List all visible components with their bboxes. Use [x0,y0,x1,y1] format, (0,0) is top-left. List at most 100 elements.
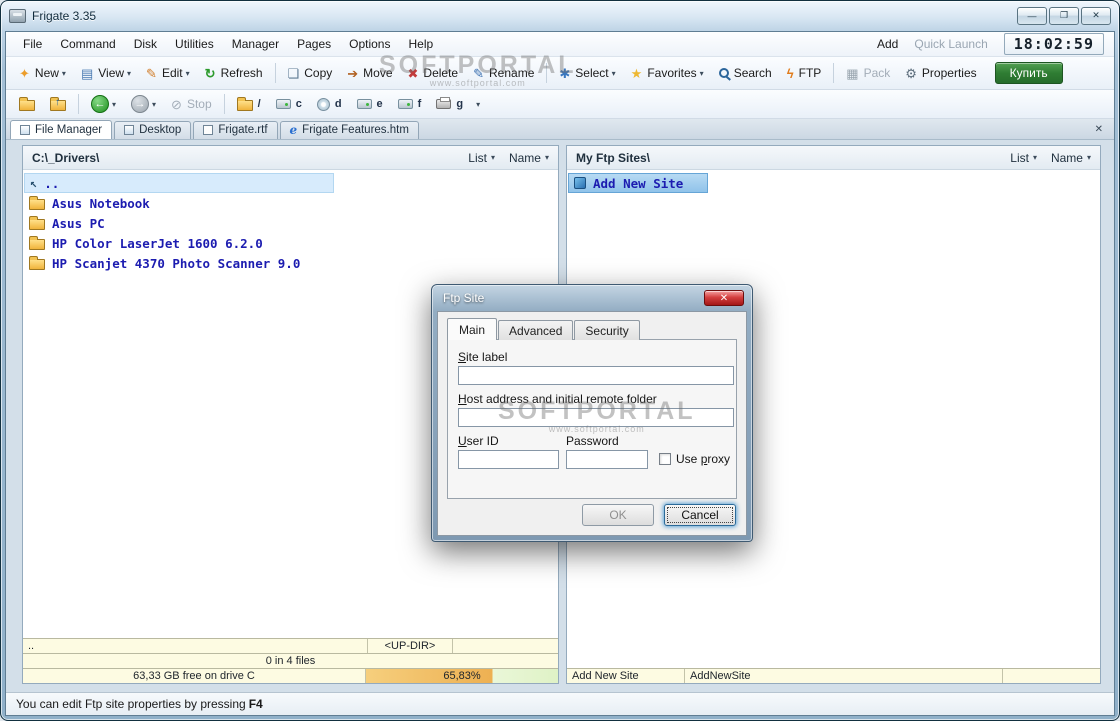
drive-d-button[interactable]: d [310,94,349,115]
tab-file-manager[interactable]: File Manager [10,120,113,139]
view-mode-dropdown[interactable]: List ▾ [468,151,495,165]
status-hotkey: F4 [248,697,263,711]
drive-f-button[interactable]: f [391,94,429,114]
cancel-button[interactable]: Cancel [664,504,736,526]
menu-manager[interactable]: Manager [223,34,288,54]
copy-button[interactable]: ❏ Copy [281,62,340,84]
ftp-site-icon [574,177,586,189]
ftp-icon: ϟ [786,65,794,81]
favorites-button[interactable]: ★ Favorites ▾ [624,62,711,84]
list-item[interactable]: HP Scanjet 4370 Photo Scanner 9.0 [24,253,557,273]
chevron-down-icon: ▾ [112,99,117,109]
search-icon [718,68,729,78]
back-icon: ← [91,95,109,113]
menu-options[interactable]: Options [340,34,399,54]
list-item[interactable]: Asus PC [24,213,557,233]
main-toolbar: ✦ New ▾ ▤ View ▾ ✎ Edit ▾ ↻ Refresh ❏ Co… [6,57,1114,90]
chevron-down-icon: ▾ [61,68,66,78]
selected-site-name: Add New Site [567,669,685,683]
title-bar[interactable]: Frigate 3.35 — ❐ ✕ [1,1,1119,30]
select-button[interactable]: ✱ Select ▾ [552,62,622,84]
drive-g-button[interactable]: g [429,94,470,114]
drive-c-button[interactable]: c [269,94,309,114]
folder-icon [29,256,45,270]
file-count: 0 in 4 files [265,655,316,667]
dialog-tab-security[interactable]: Security [574,320,640,340]
back-button[interactable]: ← ▾ [84,91,123,117]
drive-e-button[interactable]: e [350,94,390,114]
use-proxy-checkbox[interactable] [659,453,671,465]
stop-icon: ⊘ [171,96,182,112]
right-footer-row: Add New Site AddNewSite [567,668,1100,683]
document-icon [203,125,214,135]
delete-icon: ✖ [407,65,419,81]
dialog-tab-main[interactable]: Main [447,318,498,340]
edit-button[interactable]: ✎ Edit ▾ [139,62,197,84]
forward-button[interactable]: → ▾ [124,91,163,117]
chevron-down-icon: ▾ [1032,153,1037,162]
refresh-button[interactable]: ↻ Refresh [198,62,270,84]
search-button[interactable]: Search [712,62,779,84]
password-input[interactable] [566,450,648,469]
view-button[interactable]: ▤ View ▾ [74,62,138,84]
toolbar-separator [546,63,548,83]
chevron-down-icon: ▾ [476,99,481,109]
folder-icon [236,97,253,111]
close-button[interactable]: ✕ [1081,6,1111,25]
list-item[interactable]: HP Color LaserJet 1600 6.2.0 [24,233,557,253]
quick-launch-add-button[interactable]: Add [877,37,898,51]
clock-display: 18:02:59 [1003,33,1104,55]
tab-close-icon[interactable]: ✕ [1088,124,1110,135]
site-label-label: Site label [458,350,508,364]
list-item-add-new-site[interactable]: Add New Site [568,173,708,193]
menu-help[interactable]: Help [399,34,442,54]
toolbar-separator [833,63,835,83]
tab-desktop[interactable]: Desktop [114,121,192,139]
dialog-tab-advanced[interactable]: Advanced [498,320,574,340]
dialog-title: Ftp Site [443,290,485,305]
delete-button[interactable]: ✖ Delete [401,62,466,84]
properties-button[interactable]: ⚙ Properties [898,62,983,84]
chevron-down-icon: ▾ [1086,153,1091,162]
root-folder-button[interactable]: / [230,93,268,115]
tab-frigate-rtf[interactable]: Frigate.rtf [193,121,278,139]
sort-mode-dropdown[interactable]: Name ▾ [1051,151,1091,165]
left-footer-drive-row: 63,33 GB free on drive C 65,83% [23,668,558,683]
drive-list-dropdown[interactable]: ▾ [471,96,487,113]
window-icon [20,125,30,135]
right-panel-path[interactable]: My Ftp Sites\ [576,151,650,165]
sort-mode-dropdown[interactable]: Name ▾ [509,151,549,165]
dialog-close-button[interactable]: ✕ [704,290,744,306]
menu-utilities[interactable]: Utilities [166,34,223,54]
host-address-input[interactable] [458,408,734,427]
view-mode-dropdown[interactable]: List ▾ [1010,151,1037,165]
pack-button: ▦ Pack [846,65,891,81]
tab-bar: File Manager Desktop Frigate.rtf e Friga… [6,119,1114,140]
minimize-button[interactable]: — [1017,6,1047,25]
list-item[interactable]: Asus Notebook [24,193,557,213]
folder-up-button[interactable] [43,93,73,115]
menu-file[interactable]: File [14,34,51,54]
buy-button[interactable]: Купить [994,62,1063,84]
properties-icon: ⚙ [905,65,917,81]
menu-command[interactable]: Command [51,34,124,54]
ok-button: OK [582,504,654,526]
menu-disk[interactable]: Disk [125,34,166,54]
ftp-button[interactable]: ϟ FTP [780,62,829,84]
new-button[interactable]: ✦ New ▾ [12,62,73,84]
left-footer-count-row: 0 in 4 files [23,653,558,668]
rename-button[interactable]: ✎ Rename [466,62,541,84]
left-panel-path[interactable]: C:\_Drivers\ [32,151,99,165]
folder-button[interactable] [12,93,42,115]
move-button[interactable]: ➔ Move [340,62,399,84]
chevron-down-icon: ▾ [611,68,616,78]
ftp-site-dialog: Ftp Site ✕ Main Advanced Security Site l… [431,284,753,542]
root-label: / [257,98,261,110]
user-id-input[interactable] [458,450,559,469]
site-label-input[interactable] [458,366,734,385]
tab-frigate-features-htm[interactable]: e Frigate Features.htm [279,121,419,139]
footer-spacer [453,639,558,653]
maximize-button[interactable]: ❐ [1049,6,1079,25]
menu-pages[interactable]: Pages [288,34,340,54]
list-item-updir[interactable]: ↖ .. [24,173,334,193]
